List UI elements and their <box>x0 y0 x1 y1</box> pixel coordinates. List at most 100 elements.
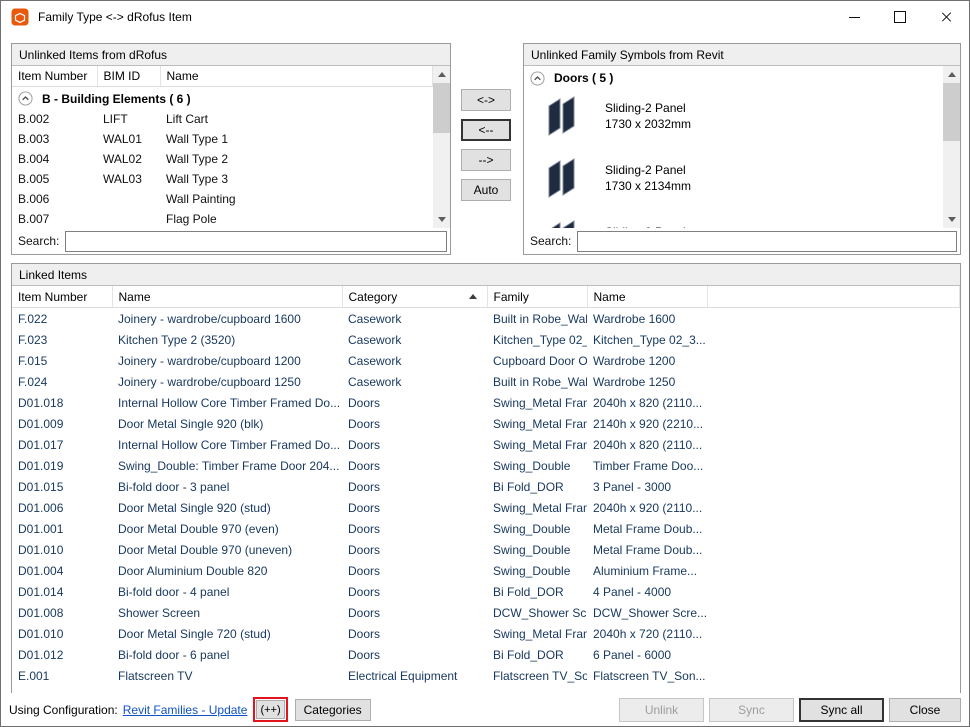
linked-item-row[interactable]: F.015 Joinery - wardrobe/cupboard 1200 C… <box>12 350 960 371</box>
drofus-item-row[interactable]: B.002 LIFT Lift Cart <box>12 109 433 129</box>
item-number-cell: D01.019 <box>12 455 112 476</box>
family-cell: Swing_Metal Fram... <box>487 434 587 455</box>
linked-item-row[interactable]: D01.014 Bi-fold door - 4 panel Doors Bi … <box>12 581 960 602</box>
category-cell: Electrical Equipment <box>342 665 487 686</box>
linked-item-row[interactable]: E.001 Flatscreen TV Electrical Equipment… <box>12 665 960 686</box>
type-name-cell: 3 Panel - 3000 <box>587 476 707 497</box>
scroll-up-button[interactable] <box>433 66 450 83</box>
close-button[interactable] <box>923 1 969 33</box>
column-header-name[interactable]: Name <box>160 66 433 87</box>
linked-item-row[interactable]: D01.019 Swing_Double: Timber Frame Door … <box>12 455 960 476</box>
scrollbar-thumb[interactable] <box>433 83 450 133</box>
group-label: Doors ( 5 ) <box>554 71 613 85</box>
linked-item-row[interactable]: D01.001 Door Metal Double 970 (even) Doo… <box>12 518 960 539</box>
transfer-buttons: <-> <-- --> Auto <box>460 89 512 201</box>
empty-cell <box>707 371 960 392</box>
linked-item-row[interactable]: D01.006 Door Metal Single 920 (stud) Doo… <box>12 497 960 518</box>
maximize-button[interactable] <box>877 1 923 33</box>
name-cell: Bi-fold door - 4 panel <box>112 581 342 602</box>
column-header-category[interactable]: Category <box>342 286 487 308</box>
drofus-item-row[interactable]: B.007 Flag Pole <box>12 209 433 228</box>
linked-item-row[interactable]: D01.018 Internal Hollow Core Timber Fram… <box>12 392 960 413</box>
name-cell: Swing_Double: Timber Frame Door 204... <box>112 455 342 476</box>
linked-item-row[interactable]: D01.017 Internal Hollow Core Timber Fram… <box>12 434 960 455</box>
drofus-item-row[interactable]: B.003 WAL01 Wall Type 1 <box>12 129 433 149</box>
revit-search-input[interactable] <box>577 231 957 252</box>
name-cell: Door Metal Single 920 (stud) <box>112 497 342 518</box>
empty-cell <box>707 518 960 539</box>
group-row-building-elements[interactable]: B - Building Elements ( 6 ) <box>12 87 433 110</box>
linked-item-row[interactable]: D01.004 Door Aluminium Double 820 Doors … <box>12 560 960 581</box>
name-cell: Shower Screen <box>112 602 342 623</box>
linked-item-row[interactable]: F.024 Joinery - wardrobe/cupboard 1250 C… <box>12 371 960 392</box>
move-right-button[interactable]: --> <box>461 149 511 171</box>
symbol-text: Sliding-2 Panel 1730 x 2134mm <box>605 157 691 194</box>
minimize-icon <box>849 17 860 18</box>
linked-item-row[interactable]: D01.008 Shower Screen Doors DCW_Shower S… <box>12 602 960 623</box>
family-symbol-item[interactable]: Sliding-2 Panel 1730 x 2134mm <box>524 152 943 214</box>
sync-all-button[interactable]: Sync all <box>799 698 884 722</box>
group-row-doors[interactable]: Doors ( 5 ) <box>524 66 943 90</box>
column-header-type-name[interactable]: Name <box>587 286 707 308</box>
minimize-button[interactable] <box>831 1 877 33</box>
configuration-link[interactable]: Revit Families - Update <box>123 703 248 717</box>
empty-cell <box>707 350 960 371</box>
linked-item-row[interactable]: F.023 Kitchen Type 2 (3520) Casework Kit… <box>12 329 960 350</box>
family-symbol-item[interactable]: Sliding-2 Panel 1730 x 2032mm <box>524 90 943 152</box>
family-symbol-item[interactable]: Sliding-2 Panel <box>524 214 943 228</box>
column-header-item-number[interactable]: Item Number <box>12 66 97 87</box>
drofus-scrollbar[interactable] <box>433 66 450 228</box>
move-left-button[interactable]: <-- <box>461 119 511 141</box>
add-configuration-button[interactable]: (++) <box>256 700 284 719</box>
drofus-item-row[interactable]: B.006 Wall Painting <box>12 189 433 209</box>
category-cell: Doors <box>342 518 487 539</box>
type-name-cell: 6 Panel - 6000 <box>587 644 707 665</box>
empty-cell <box>707 476 960 497</box>
category-cell: Doors <box>342 602 487 623</box>
collapse-icon[interactable] <box>530 71 545 86</box>
drofus-item-row[interactable]: B.005 WAL03 Wall Type 3 <box>12 169 433 189</box>
symbol-size: 1730 x 2134mm <box>605 178 691 194</box>
drofus-search-input[interactable] <box>65 231 447 252</box>
empty-cell <box>707 665 960 686</box>
column-header-family[interactable]: Family <box>487 286 587 308</box>
linked-item-row[interactable]: D01.012 Bi-fold door - 6 panel Doors Bi … <box>12 644 960 665</box>
column-header-item-number[interactable]: Item Number <box>12 286 112 308</box>
collapse-icon[interactable] <box>18 91 33 106</box>
category-cell: Doors <box>342 497 487 518</box>
linked-item-row[interactable]: D01.009 Door Metal Single 920 (blk) Door… <box>12 413 960 434</box>
linked-items-table: Item Number Name Category Family Name F.… <box>12 286 960 694</box>
categories-button[interactable]: Categories <box>295 699 371 721</box>
scroll-down-button[interactable] <box>943 211 960 228</box>
type-name-cell: Wardrobe 1200 <box>587 350 707 371</box>
family-cell: Built in Robe_Wall... <box>487 371 587 392</box>
category-cell: Doors <box>342 623 487 644</box>
revit-scrollbar[interactable] <box>943 66 960 228</box>
sync-button[interactable]: Sync <box>709 698 794 722</box>
unlink-button[interactable]: Unlink <box>619 698 704 722</box>
scroll-down-button[interactable] <box>433 211 450 228</box>
linked-item-row[interactable]: D01.015 Bi-fold door - 3 panel Doors Bi … <box>12 476 960 497</box>
type-name-cell: Aluminium Frame... <box>587 560 707 581</box>
column-header-bim-id[interactable]: BIM ID <box>97 66 160 87</box>
linked-items-title: Linked Items <box>12 264 960 286</box>
linked-item-row[interactable]: D01.010 Door Metal Double 970 (uneven) D… <box>12 539 960 560</box>
name-cell: Joinery - wardrobe/cupboard 1200 <box>112 350 342 371</box>
item-number-cell: B.004 <box>12 149 97 169</box>
drofus-item-row[interactable]: B.004 WAL02 Wall Type 2 <box>12 149 433 169</box>
item-number-cell: D01.018 <box>12 392 112 413</box>
column-header-name[interactable]: Name <box>112 286 342 308</box>
scrollbar-thumb[interactable] <box>943 83 960 141</box>
name-cell: Door Aluminium Double 820 <box>112 560 342 581</box>
maximize-icon <box>894 11 906 23</box>
link-both-button[interactable]: <-> <box>461 89 511 111</box>
scroll-up-button[interactable] <box>943 66 960 83</box>
linked-item-row[interactable]: D01.010 Door Metal Single 720 (stud) Doo… <box>12 623 960 644</box>
close-dialog-button[interactable]: Close <box>889 698 961 722</box>
name-cell: Flatscreen TV <box>112 665 342 686</box>
linked-item-row[interactable]: F.022 Joinery - wardrobe/cupboard 1600 C… <box>12 308 960 330</box>
auto-link-button[interactable]: Auto <box>461 179 511 201</box>
bim-id-cell: WAL03 <box>97 169 160 189</box>
family-cell: Bi Fold_DOR <box>487 476 587 497</box>
sliding-door-icon <box>547 157 577 199</box>
